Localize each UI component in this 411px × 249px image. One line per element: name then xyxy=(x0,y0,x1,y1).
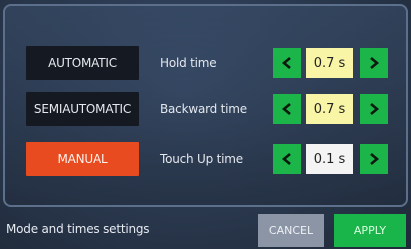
apply-button[interactable]: APPLY xyxy=(334,214,406,247)
cancel-button[interactable]: CANCEL xyxy=(258,214,324,247)
touch-up-time-label: Touch Up time xyxy=(160,152,243,166)
backward-time-label: Backward time xyxy=(160,102,247,116)
hold-time-value: 0.7 s xyxy=(306,48,353,78)
touch-up-time-decrement-button[interactable] xyxy=(273,144,301,174)
chevron-right-icon xyxy=(370,57,380,69)
touch-up-time-increment-button[interactable] xyxy=(360,144,388,174)
chevron-right-icon xyxy=(370,103,380,115)
mode-automatic-button[interactable]: AUTOMATIC xyxy=(26,46,139,80)
chevron-left-icon xyxy=(281,57,291,69)
hold-time-label: Hold time xyxy=(160,56,217,70)
mode-semiautomatic-button[interactable]: SEMIAUTOMATIC xyxy=(26,92,139,126)
mode-times-settings-screen: AUTOMATIC SEMIAUTOMATIC MANUAL Hold time… xyxy=(0,0,411,249)
backward-time-value: 0.7 s xyxy=(306,94,353,124)
footer-title: Mode and times settings xyxy=(6,222,150,236)
chevron-right-icon xyxy=(370,153,380,165)
backward-time-increment-button[interactable] xyxy=(360,94,388,124)
touch-up-time-value: 0.1 s xyxy=(306,144,353,174)
backward-time-decrement-button[interactable] xyxy=(273,94,301,124)
mode-manual-button[interactable]: MANUAL xyxy=(26,142,139,176)
hold-time-decrement-button[interactable] xyxy=(273,48,301,78)
chevron-left-icon xyxy=(281,103,291,115)
chevron-left-icon xyxy=(281,153,291,165)
hold-time-increment-button[interactable] xyxy=(360,48,388,78)
